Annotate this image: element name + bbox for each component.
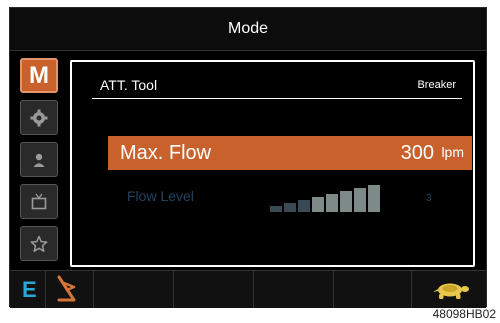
attachment-status-cell (46, 271, 94, 308)
max-flow-value: 300 (400, 142, 434, 164)
mode-icon: M (29, 61, 49, 89)
speed-mode-cell (412, 271, 488, 308)
turtle-icon (433, 283, 469, 299)
mode-indicator-cell: E (10, 271, 46, 308)
star-icon (30, 235, 48, 252)
flow-level-bar (326, 194, 338, 212)
attachment-label: ATT. Tool (100, 77, 158, 93)
flow-level-bar (312, 197, 324, 212)
flow-level-bar (340, 191, 352, 212)
flow-level-bar (270, 206, 282, 212)
flow-level-value: 3 (426, 193, 432, 204)
flow-level-bar (368, 185, 380, 212)
flow-level-label: Flow Level (127, 188, 194, 204)
gear-icon (30, 109, 48, 126)
sidebar-item-user[interactable] (20, 142, 58, 177)
user-icon (33, 153, 45, 167)
attachment-row[interactable]: ATT. Tool Breaker (92, 74, 462, 99)
flow-level-bar (354, 188, 366, 212)
figure-caption: 48098HB02 (432, 307, 496, 321)
flow-level-bars[interactable] (270, 184, 380, 212)
flow-level-bar (284, 203, 296, 212)
screen-title: Mode (227, 20, 269, 37)
max-flow-unit: lpm (441, 144, 464, 160)
sidebar-item-mode[interactable]: M (20, 58, 58, 93)
sidebar-item-display[interactable] (20, 184, 58, 219)
display-screen: Mode M ATT. Tool Breaker Max. Flow 300 l… (9, 7, 487, 308)
title-bar: Mode (10, 8, 486, 51)
sidebar-item-favorites[interactable] (20, 226, 58, 261)
max-flow-row[interactable]: Max. Flow 300 lpm (108, 136, 472, 170)
attachment-arm-icon (57, 275, 76, 302)
flow-level-bar (298, 200, 310, 212)
mode-indicator: E (22, 277, 37, 302)
sidebar-item-settings[interactable] (20, 100, 58, 135)
attachment-value: Breaker (417, 79, 456, 91)
main-panel: ATT. Tool Breaker Max. Flow 300 lpm Flow… (70, 60, 475, 267)
max-flow-label: Max. Flow (120, 142, 212, 164)
tv-icon (31, 193, 47, 209)
bottom-status-bar: E (10, 270, 486, 308)
sidebar: M (20, 58, 64, 268)
